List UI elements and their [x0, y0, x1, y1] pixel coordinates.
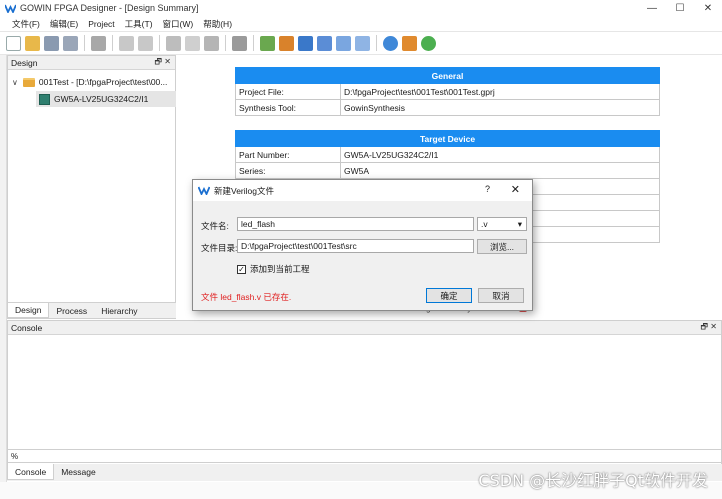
menu-tools[interactable]: 工具(T) — [125, 18, 153, 30]
ip-core-icon[interactable] — [383, 35, 398, 51]
row-key: Part Number: — [235, 146, 341, 163]
menu-bar: 文件(F) 编辑(E) Project 工具(T) 窗口(W) 帮助(H) — [0, 16, 722, 31]
tree-project-label: 001Test - [D:\fpgaProject\test\00... — [38, 77, 168, 87]
table-row: Project File: D:\fpgaProject\test\001Tes… — [235, 83, 660, 100]
floorplanner-icon[interactable] — [317, 35, 332, 51]
minimize-button[interactable]: — — [638, 0, 666, 16]
console-title: Console — [11, 322, 43, 333]
row-value: D:\fpgaProject\test\001Test\001Test.gprj — [340, 83, 660, 100]
save-icon[interactable] — [44, 35, 59, 51]
paste-icon[interactable] — [204, 35, 219, 51]
row-key: Project File: — [235, 83, 341, 100]
table-row: Part Number: GW5A-LV25UG324C2/I1 — [235, 146, 660, 163]
help-button[interactable]: ? — [485, 184, 490, 194]
menu-window[interactable]: 窗口(W) — [163, 18, 194, 30]
toolbar — [0, 31, 722, 55]
tree-device-label: GW5A-LV25UG324C2/I1 — [54, 94, 149, 104]
folder-icon — [22, 77, 35, 87]
table-row: Synthesis Tool: GowinSynthesis — [235, 99, 660, 116]
file-name-input[interactable]: led_flash — [237, 217, 474, 231]
general-header: General — [235, 67, 660, 84]
toolbar-divider — [253, 35, 254, 51]
toolbar-divider — [159, 35, 160, 51]
chip-icon — [39, 93, 50, 105]
tree-item-device[interactable]: GW5A-LV25UG324C2/I1 — [36, 91, 176, 107]
browse-button[interactable]: 浏览... — [477, 239, 527, 254]
toolbar-divider — [225, 35, 226, 51]
save-all-icon[interactable] — [63, 35, 78, 51]
console-panel: Console 🗗 ✕ — [7, 320, 722, 465]
window-title: GOWIN FPGA Designer - [Design Summary] — [20, 3, 199, 13]
console-header: Console 🗗 ✕ — [8, 321, 721, 335]
menu-edit[interactable]: 编辑(E) — [50, 18, 78, 30]
new-verilog-file-dialog: 新建Verilog文件 ? ✕ 文件名: led_flash .v ▾ 文件目录… — [192, 179, 533, 311]
tab-console[interactable]: Console — [7, 464, 55, 480]
tab-process[interactable]: Process — [49, 303, 94, 318]
place-route-icon[interactable] — [279, 35, 294, 51]
file-name-label: 文件名: — [201, 221, 229, 231]
menu-help[interactable]: 帮助(H) — [203, 18, 232, 30]
row-key: Synthesis Tool: — [235, 99, 341, 116]
row-value: GW5A — [340, 162, 660, 179]
gowin-tools-icon[interactable] — [402, 35, 417, 51]
panel-float-close-icon[interactable]: 🗗 ✕ — [155, 56, 171, 70]
console-input[interactable]: % — [7, 449, 722, 463]
tree-item-project[interactable]: ∨ 001Test - [D:\fpgaProject\test\00... — [12, 74, 167, 90]
design-panel-title: Design — [11, 57, 38, 68]
target-device-header: Target Device — [235, 130, 660, 147]
maximize-button[interactable]: ☐ — [666, 0, 694, 16]
dialog-close-button[interactable]: ✕ — [511, 183, 520, 196]
gowin-logo-icon — [198, 186, 210, 195]
refresh-icon[interactable] — [421, 35, 436, 51]
file-exists-error: 文件 led_flash.v 已存在. — [201, 292, 292, 302]
design-panel-tabs: Design Process Hierarchy — [7, 302, 176, 318]
row-value: GowinSynthesis — [340, 99, 660, 116]
tab-design[interactable]: Design — [7, 303, 50, 318]
left-dock-strip — [0, 55, 7, 499]
dialog-title-bar: 新建Verilog文件 ? ✕ — [193, 180, 532, 201]
add-to-project-label: 添加到当前工程 — [250, 264, 310, 274]
tab-hierarchy[interactable]: Hierarchy — [94, 303, 144, 318]
file-extension-value: .v — [481, 219, 488, 229]
toolbar-divider — [84, 35, 85, 51]
design-panel: Design 🗗 ✕ ∨ 001Test - [D:\fpgaProject\t… — [7, 55, 176, 319]
title-bar: GOWIN FPGA Designer - [Design Summary] —… — [0, 0, 722, 16]
timing-icon[interactable] — [336, 35, 351, 51]
file-directory-input[interactable]: D:\fpgaProject\test\001Test\src — [237, 239, 474, 253]
copy-icon[interactable] — [185, 35, 200, 51]
toolbar-divider — [112, 35, 113, 51]
menu-project[interactable]: Project — [88, 19, 114, 29]
ok-button[interactable]: 确定 — [426, 288, 472, 303]
program-device-icon[interactable] — [298, 35, 313, 51]
design-panel-header: Design 🗗 ✕ — [8, 56, 175, 70]
gowin-logo-icon — [5, 4, 16, 13]
cut-icon[interactable] — [166, 35, 181, 51]
panel-float-close-icon[interactable]: 🗗 ✕ — [701, 321, 717, 335]
close-window-button[interactable]: ✕ — [694, 0, 722, 16]
find-icon[interactable] — [232, 35, 247, 51]
menu-file[interactable]: 文件(F) — [12, 18, 40, 30]
toolbar-divider — [376, 35, 377, 51]
file-directory-label: 文件目录: — [201, 243, 238, 253]
dialog-title: 新建Verilog文件 — [214, 185, 274, 196]
row-value: GW5A-LV25UG324C2/I1 — [340, 146, 660, 163]
row-key: Series: — [235, 162, 341, 179]
synthesize-icon[interactable] — [260, 35, 275, 51]
dropdown-arrow-icon: ▾ — [517, 218, 522, 229]
add-to-project-row[interactable]: ✓ 添加到当前工程 — [237, 263, 310, 275]
table-row: Series: GW5A — [235, 162, 660, 179]
new-file-icon[interactable] — [6, 35, 21, 51]
cancel-button[interactable]: 取消 — [478, 288, 524, 303]
add-to-project-checkbox[interactable]: ✓ — [237, 264, 246, 274]
analyzer-icon[interactable] — [355, 35, 370, 51]
general-table: General Project File: D:\fpgaProject\tes… — [235, 67, 660, 116]
open-folder-icon[interactable] — [25, 35, 40, 51]
undo-icon[interactable] — [119, 35, 134, 51]
chevron-down-icon[interactable]: ∨ — [12, 78, 18, 87]
tab-message[interactable]: Message — [54, 464, 103, 480]
watermark: CSDN @长沙红胖子Qt软件开发 — [478, 471, 708, 490]
print-icon[interactable] — [91, 35, 106, 51]
file-extension-select[interactable]: .v ▾ — [477, 217, 527, 231]
redo-icon[interactable] — [138, 35, 153, 51]
